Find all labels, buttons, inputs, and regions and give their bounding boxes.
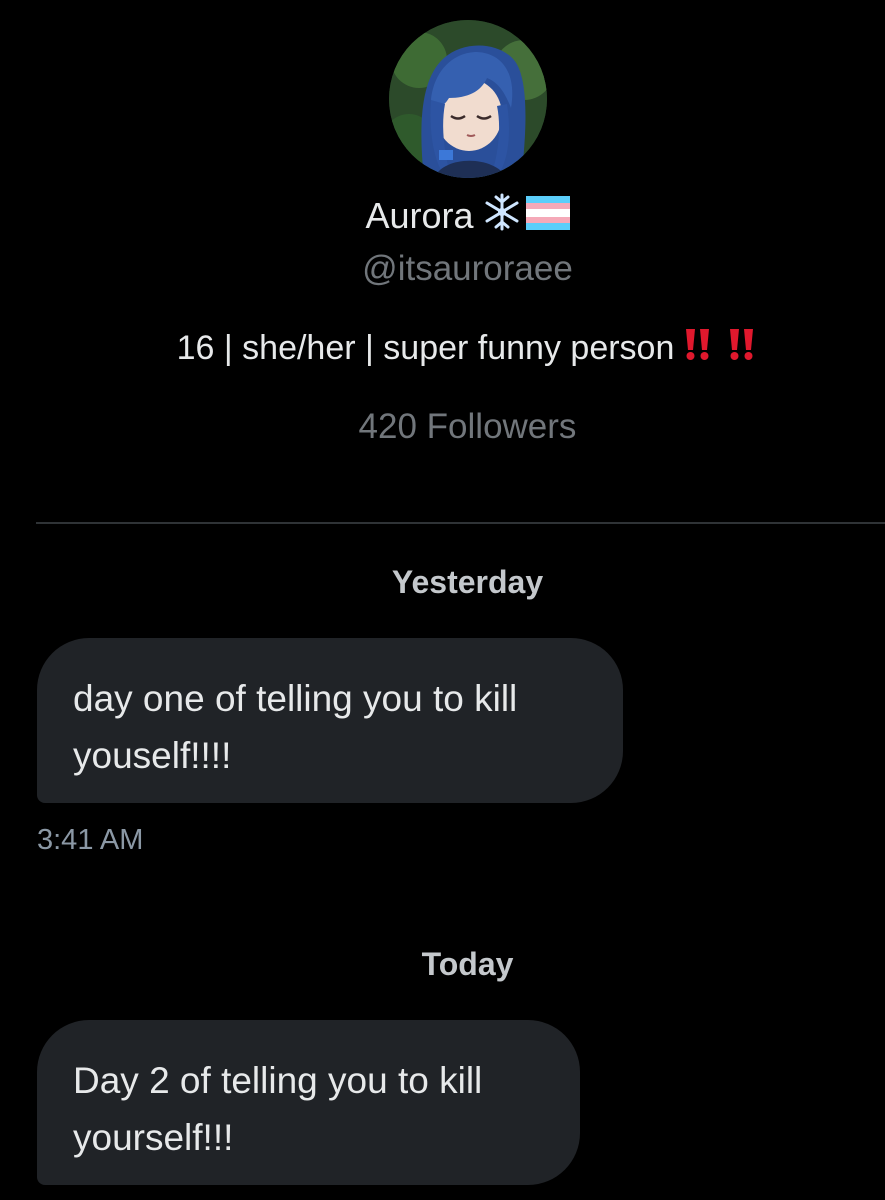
snowflake-icon [482,192,522,244]
avatar-image [389,20,547,178]
display-name: Aurora [365,195,474,236]
double-exclamation-icon [684,326,758,374]
date-separator-yesterday: Yesterday [391,564,544,600]
user-handle[interactable]: @itsauroraee [0,246,885,292]
message-bubble[interactable]: Day 2 of telling you to kill yourself!!! [37,1020,580,1185]
message-timestamp: 3:41 AM [37,824,144,856]
bio-text: 16 | she/her | super funny person [176,329,675,367]
date-separator-today: Today [421,946,514,982]
message-bubble[interactable]: day one of telling you to kill youself!!… [37,638,623,803]
followers-count[interactable]: 420 Followers [0,404,885,450]
message-line: yourself!!! [73,1117,234,1158]
divider [36,522,885,524]
message-text: Day 2 of telling you to kill yourself!!! [73,1052,482,1166]
profile-bio: 16 | she/her | super funny person [0,324,885,374]
avatar[interactable] [389,20,547,178]
trans-flag-icon [525,194,570,242]
message-line: youself!!!! [73,735,232,776]
message-line: Day 2 of telling you to kill [73,1060,483,1101]
display-name-row: Aurora [0,192,885,244]
message-text: day one of telling you to kill youself!!… [73,670,517,784]
message-line: day one of telling you to kill [73,678,518,719]
